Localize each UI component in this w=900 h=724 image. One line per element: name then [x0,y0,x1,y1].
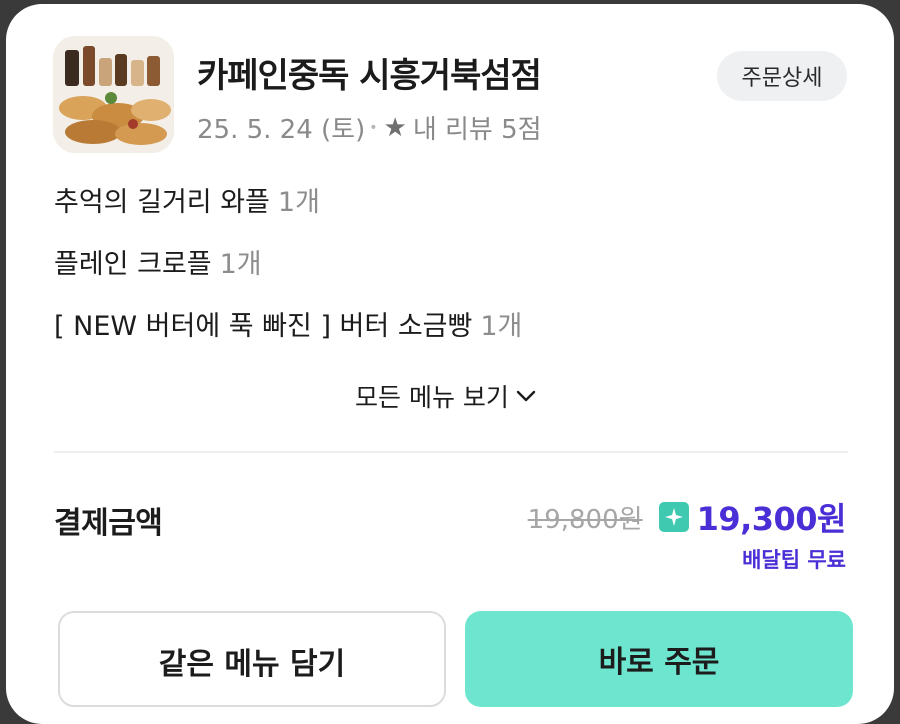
order-date: 25. 5. 24 (토) [197,115,366,145]
menu-item-qty: 1개 [277,187,320,218]
store-thumbnail[interactable] [53,36,174,153]
original-price: 19,800원 [527,504,643,535]
menu-item: [ NEW 버터에 푹 빠진 ] 버터 소금빵 1개 [54,304,522,343]
show-all-menu-label: 모든 메뉴 보기 [355,383,509,412]
order-meta: 25. 5. 24 (토) • ★ 내 리뷰 5점 [197,109,542,146]
price-row: 19,800원 19,300원 [527,494,847,540]
order-detail-button[interactable]: 주문상세 [717,51,847,101]
menu-item-qty: 1개 [219,249,262,280]
meta-separator: • [369,119,378,136]
final-price: 19,300원 [696,500,847,538]
star-icon: ★ [383,112,407,143]
menu-item: 플레인 크로플 1개 [54,242,262,281]
chevron-down-icon [516,390,536,402]
menu-item-name: 플레인 크로플 [54,249,212,280]
order-now-button[interactable]: 바로 주문 [465,611,853,707]
menu-item-name: [ NEW 버터에 푹 빠진 ] 버터 소금빵 [54,311,473,342]
review-label[interactable]: 내 리뷰 5점 [413,109,542,146]
menu-item-name: 추억의 길거리 와플 [54,187,270,218]
menu-item-qty: 1개 [480,311,523,342]
show-all-menu-button[interactable]: 모든 메뉴 보기 [355,378,537,414]
add-same-menu-button[interactable]: 같은 메뉴 담기 [58,611,446,707]
payment-label: 결제금액 [54,506,163,541]
section-divider [54,451,848,453]
store-name[interactable]: 카페인중독 시흥거북섬점 [197,48,542,97]
menu-item: 추억의 길거리 와플 1개 [54,180,320,219]
delivery-tip-label: 배달팁 무료 [742,548,846,572]
sparkle-icon [658,502,689,532]
store-thumbnail-image [53,36,174,153]
order-card: 카페인중독 시흥거북섬점 25. 5. 24 (토) • ★ 내 리뷰 5점 주… [6,4,894,724]
